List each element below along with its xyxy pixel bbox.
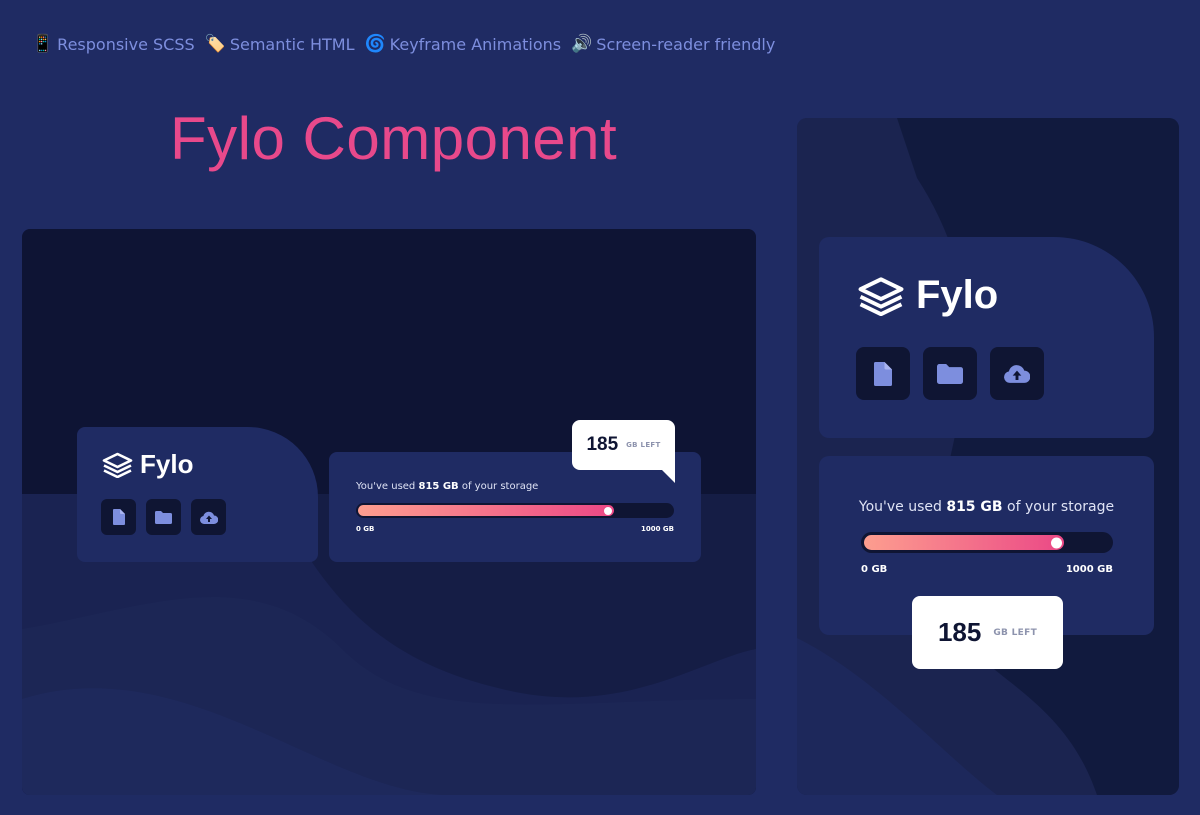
document-button[interactable] [856, 347, 910, 400]
desktop-preview: Fylo You've used 815 GB of your storage [22, 229, 756, 795]
folder-button[interactable] [923, 347, 977, 400]
remaining-unit: GB LEFT [993, 627, 1038, 638]
folder-button[interactable] [146, 499, 181, 535]
feature-item: 🏷️ Semantic HTML [205, 34, 355, 54]
progress-fill [864, 535, 1065, 550]
feature-label: Keyframe Animations [389, 34, 562, 54]
remaining-unit: GB LEFT [626, 441, 661, 449]
page-title: Fylo Component [170, 105, 618, 172]
speaker-icon: 🔊 [571, 34, 593, 54]
brand-card: Fylo [77, 427, 318, 562]
action-buttons [856, 347, 1044, 400]
cloud-upload-icon [199, 511, 218, 524]
remaining-value: 185 [937, 617, 982, 647]
logo: Fylo [101, 449, 193, 480]
folder-icon [937, 363, 963, 384]
feature-item: 🌀 Keyframe Animations [364, 34, 561, 54]
mobile-phone-icon: 📱 [32, 34, 54, 54]
stacked-layers-icon [102, 452, 133, 478]
range-max-label: 1000 GB [640, 525, 674, 533]
range-min-label: 0 GB [356, 525, 375, 533]
progress-range: 0 GB 1000 GB [356, 525, 674, 533]
cyclone-icon: 🌀 [364, 34, 386, 54]
brand-card: Fylo [819, 237, 1154, 438]
feature-item: 📱 Responsive SCSS [32, 34, 195, 54]
mobile-preview: Fylo You've used 815 GB of your storage [797, 118, 1179, 795]
action-buttons [101, 499, 226, 535]
feature-list: 📱 Responsive SCSS 🏷️ Semantic HTML 🌀 Key… [32, 34, 775, 54]
folder-icon [155, 510, 172, 524]
storage-progress-bar [861, 532, 1113, 553]
progress-fill [358, 505, 614, 516]
remaining-storage-badge: 185 GB LEFT [572, 420, 675, 483]
usage-amount: 815 GB [418, 481, 459, 492]
label-tag-icon: 🏷️ [204, 34, 226, 54]
document-button[interactable] [101, 499, 136, 535]
progress-knob [1051, 537, 1063, 548]
logo: Fylo [856, 273, 998, 318]
range-max-label: 1000 GB [1065, 564, 1113, 575]
feature-item: 🔊 Screen-reader friendly [571, 34, 775, 54]
progress-knob [603, 506, 612, 515]
progress-range: 0 GB 1000 GB [861, 564, 1113, 575]
brand-name: Fylo [140, 449, 194, 479]
brand-name: Fylo [916, 273, 999, 317]
usage-amount: 815 GB [946, 499, 1003, 515]
feature-label: Semantic HTML [229, 34, 355, 54]
cloud-upload-icon [1004, 365, 1030, 383]
usage-suffix: of your storage [1007, 499, 1115, 515]
remaining-storage-badge: 185 GB LEFT [912, 596, 1063, 669]
stacked-layers-icon [858, 276, 904, 316]
range-min-label: 0 GB [861, 564, 888, 575]
feature-label: Responsive SCSS [57, 34, 195, 54]
usage-summary: You've used 815 GB of your storage [356, 481, 538, 492]
usage-prefix: You've used [356, 481, 416, 492]
usage-suffix: of your storage [461, 481, 539, 492]
storage-progress-bar [356, 503, 674, 518]
feature-label: Screen-reader friendly [596, 34, 776, 54]
upload-button[interactable] [191, 499, 226, 535]
upload-button[interactable] [990, 347, 1044, 400]
remaining-value: 185 [586, 434, 619, 455]
usage-summary: You've used 815 GB of your storage [819, 499, 1154, 515]
usage-prefix: You've used [858, 499, 942, 515]
document-icon [112, 509, 125, 525]
document-icon [874, 361, 892, 386]
